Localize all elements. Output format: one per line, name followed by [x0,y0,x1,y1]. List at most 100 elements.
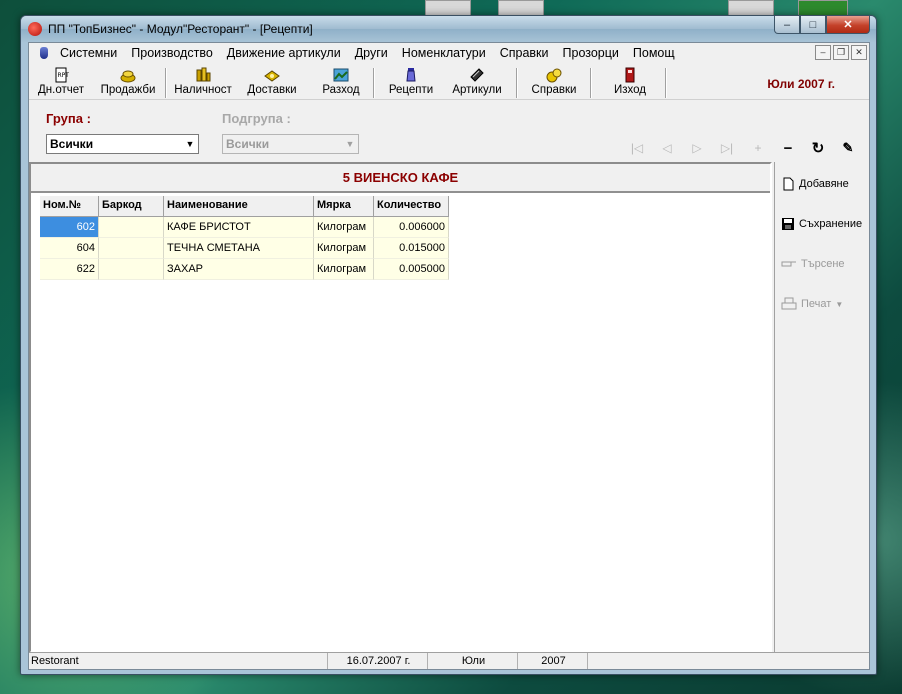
mdi-close-button[interactable]: ✕ [851,45,867,60]
cell-qty[interactable]: 0.015000 [374,238,449,259]
last-record-icon[interactable]: ▷| [717,139,737,157]
close-button[interactable]: ✕ [826,16,870,34]
cell-name[interactable]: ЗАХАР [164,259,314,280]
cell-no[interactable]: 604 [40,238,99,259]
cell-barcode[interactable] [99,259,164,280]
menu-reports[interactable]: Справки [493,46,556,60]
document-icon[interactable] [35,44,53,62]
delivery-icon [264,70,280,82]
menu-production[interactable]: Производство [124,46,220,60]
title-bar[interactable]: ПП "ТопБизнес" - Модул"Ресторант" - [Рец… [21,16,876,42]
reports-icon [546,68,562,83]
edit-record-icon[interactable]: ✎ [838,139,858,157]
app-icon[interactable] [28,22,42,36]
expense-button[interactable]: Разход [316,65,366,99]
period-label: Юли 2007 г. [767,77,835,91]
column-header-qty[interactable]: Количество [374,196,449,217]
sales-label: Продажби [100,84,156,96]
column-header-no[interactable]: Ном.№ [40,196,99,217]
daily-report-label: Дн.отчет [37,84,85,96]
status-month: Юли [428,653,518,669]
cell-name[interactable]: ТЕЧНА СМЕТАНА [164,238,314,259]
refresh-icon[interactable]: ↻ [808,139,828,157]
table-row[interactable]: 602 КАФЕ БРИСТОТ Килограм 0.006000 [40,217,449,238]
maximize-button[interactable]: □ [800,16,826,34]
cell-name[interactable]: КАФЕ БРИСТОТ [164,217,314,238]
desktop-icon[interactable] [728,0,774,16]
mdi-restore-button[interactable]: ❐ [833,45,849,60]
printer-icon [781,297,797,310]
cell-barcode[interactable] [99,217,164,238]
add-button-label: Добавяне [799,178,849,190]
first-record-icon[interactable]: |◁ [627,139,647,157]
save-button[interactable]: Съхранение [781,214,867,234]
new-document-icon [783,177,794,191]
group-label: Група : [46,111,91,126]
sales-icon [120,70,136,83]
column-header-barcode[interactable]: Баркод [99,196,164,217]
add-button[interactable]: Добавяне [781,174,867,194]
grid-header: Ном.№ Баркод Наименование Мярка Количест… [40,196,449,217]
daily-report-button[interactable]: RPT Дн.отчет [32,65,90,99]
table-row[interactable]: 604 ТЕЧНА СМЕТАНА Килограм 0.015000 [40,238,449,259]
toolbar-separator [373,68,375,98]
reports-button[interactable]: Справки [527,65,581,99]
menu-other[interactable]: Други [348,46,395,60]
table-row[interactable]: 622 ЗАХАР Килограм 0.005000 [40,259,449,280]
desktop-icon[interactable] [498,0,544,16]
next-record-icon[interactable]: ▷ [687,139,707,157]
chevron-down-icon[interactable]: ▼ [835,300,843,309]
cell-no[interactable]: 622 [40,259,99,280]
menu-movement[interactable]: Движение артикули [220,46,348,60]
chevron-down-icon[interactable]: ▼ [342,135,358,153]
group-select[interactable]: Всички ▼ [46,134,199,154]
menu-nomenclatures[interactable]: Номенклатури [395,46,493,60]
prior-record-icon[interactable]: ◁ [657,139,677,157]
desktop-icon[interactable] [425,0,471,16]
menu-windows[interactable]: Прозорци [556,46,626,60]
chevron-down-icon[interactable]: ▼ [182,135,198,153]
desktop-icon[interactable] [798,0,848,16]
search-button[interactable]: Търсене [781,254,867,274]
cell-unit[interactable]: Килограм [314,238,374,259]
cell-unit[interactable]: Килограм [314,259,374,280]
insert-record-icon[interactable]: + [748,139,768,157]
expense-label: Разход [322,84,360,96]
reports-label: Справки [531,84,577,96]
subgroup-select[interactable]: Всички ▼ [222,134,359,154]
svg-text:RPT: RPT [58,72,70,79]
mdi-minimize-button[interactable]: – [815,45,831,60]
app-window: ПП "ТопБизнес" - Модул"Ресторант" - [Рец… [20,15,877,675]
recipes-button[interactable]: Рецепти [385,65,437,99]
deliveries-label: Доставки [247,84,297,96]
toolbar-separator [516,68,518,98]
mdi-controls: – ❐ ✕ [815,45,867,60]
cell-no[interactable]: 602 [40,217,99,238]
deliveries-button[interactable]: Доставки [242,65,302,99]
stock-button[interactable]: Наличност [172,65,234,99]
ingredients-grid: Ном.№ Баркод Наименование Мярка Количест… [40,196,449,280]
column-header-name[interactable]: Наименование [164,196,314,217]
column-header-unit[interactable]: Мярка [314,196,374,217]
print-button-label: Печат [801,298,832,310]
menu-system[interactable]: Системни [53,46,124,60]
sales-button[interactable]: Продажби [97,65,159,99]
status-year: 2007 [518,653,588,669]
status-date: 16.07.2007 г. [328,653,428,669]
cell-barcode[interactable] [99,238,164,259]
articles-label: Артикули [452,84,502,96]
menu-help[interactable]: Помощ [626,46,682,60]
toolbar-separator [590,68,592,98]
toolbar: RPT Дн.отчет Продажби Наличност Доставки… [29,64,869,100]
cell-qty[interactable]: 0.005000 [374,259,449,280]
expense-icon [333,68,349,82]
exit-icon [625,67,635,83]
cell-unit[interactable]: Килограм [314,217,374,238]
cell-qty[interactable]: 0.006000 [374,217,449,238]
delete-record-icon[interactable]: − [778,139,798,157]
print-button[interactable]: Печат ▼ [781,294,867,314]
window-title: ПП "ТопБизнес" - Модул"Ресторант" - [Рец… [48,22,313,36]
articles-button[interactable]: Артикули [447,65,507,99]
exit-button[interactable]: Изход [605,65,655,99]
minimize-button[interactable]: – [774,16,800,34]
